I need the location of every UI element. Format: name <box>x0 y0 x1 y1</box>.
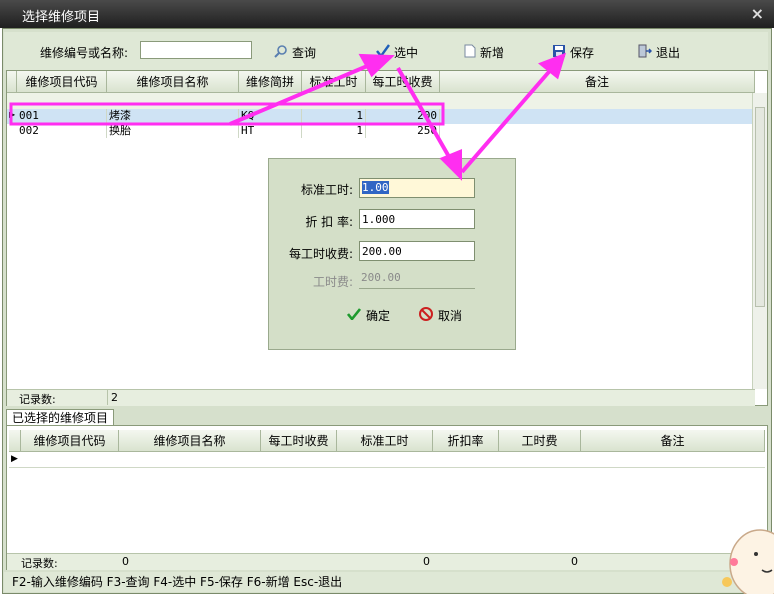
vertical-scrollbar[interactable] <box>752 93 767 389</box>
cancel-icon <box>419 307 433 324</box>
cell-fee[interactable]: 200 <box>366 109 440 123</box>
row-pointer-icon: ▶ <box>9 110 16 119</box>
col-header-discount[interactable]: 折扣率 <box>433 430 499 452</box>
fee-label: 每工时收费: <box>288 247 353 261</box>
title-bar: 选择维修项目 × <box>0 0 774 28</box>
col-header-remark[interactable]: 备注 <box>440 71 755 93</box>
labor-field: 200.00 <box>359 271 475 289</box>
row-indicator-header <box>7 71 17 93</box>
discount-label: 折 扣 率: <box>305 215 353 229</box>
selected-count-value: 0 <box>122 555 129 568</box>
row-indicator-header <box>9 430 21 452</box>
filter-row[interactable] <box>7 93 755 110</box>
std-hours-value: 1.00 <box>362 181 389 194</box>
exit-button[interactable]: 退出 <box>638 43 680 61</box>
search-icon <box>274 44 288 61</box>
selected-sum-labor: 0 <box>571 555 578 568</box>
selected-items-tab[interactable]: 已选择的维修项目 <box>6 409 115 426</box>
col-header-name[interactable]: 维修项目名称 <box>107 71 239 93</box>
scrollbar-thumb[interactable] <box>755 107 765 307</box>
table-row[interactable]: ▶ <box>9 453 765 468</box>
col-header-std-hours[interactable]: 标准工时 <box>302 71 366 93</box>
query-button[interactable]: 查询 <box>274 43 316 61</box>
search-label: 维修编号或名称: <box>40 46 129 60</box>
save-label: 保存 <box>570 45 595 60</box>
col-header-abbr[interactable]: 维修简拼 <box>239 71 302 93</box>
selected-sum-hours: 0 <box>423 555 430 568</box>
exit-door-icon <box>638 44 653 61</box>
window-title: 选择维修项目 <box>22 10 101 25</box>
std-hours-label: 标准工时: <box>300 183 353 197</box>
toolbar: 维修编号或名称: 查询 选中 新增 保存 退出 <box>4 32 768 70</box>
checkmark-icon <box>376 43 390 61</box>
floppy-disk-icon <box>552 44 566 61</box>
selected-count-label: 记录数: <box>21 557 58 570</box>
fee-field[interactable] <box>359 241 475 261</box>
selected-items-grid: 维修项目代码 维修项目名称 每工时收费 标准工时 折扣率 工时费 备注 ▶ 记录… <box>6 425 768 570</box>
table-row[interactable]: ▶ 001 烤漆 KQ 1 200 <box>7 109 755 124</box>
table-row[interactable]: 002 换胎 HT 1 250 <box>7 124 755 139</box>
col-header-code[interactable]: 维修项目代码 <box>21 430 119 452</box>
col-header-labor[interactable]: 工时费 <box>499 430 581 452</box>
cell-name[interactable]: 烤漆 <box>107 109 239 123</box>
ok-label: 确定 <box>366 309 391 323</box>
new-document-icon <box>464 44 476 61</box>
row-pointer-icon: ▶ <box>11 454 18 464</box>
save-button[interactable]: 保存 <box>552 43 594 61</box>
mascot-icon <box>722 529 774 594</box>
exit-label: 退出 <box>656 45 681 60</box>
cancel-label: 取消 <box>438 309 463 323</box>
cell-abbr[interactable]: KQ <box>239 109 302 123</box>
cell-remark[interactable] <box>440 124 755 138</box>
cancel-button[interactable]: 取消 <box>419 307 462 324</box>
cell-std-hours[interactable]: 1 <box>302 124 366 138</box>
cell-code[interactable]: 001 <box>17 109 107 123</box>
col-header-code[interactable]: 维修项目代码 <box>17 71 107 93</box>
search-input[interactable] <box>140 41 252 59</box>
labor-label: 工时费: <box>312 275 353 289</box>
col-header-name[interactable]: 维修项目名称 <box>119 430 261 452</box>
grid-footer: 记录数: 2 <box>7 389 755 406</box>
query-label: 查询 <box>292 45 317 60</box>
col-header-remark[interactable]: 备注 <box>581 430 765 452</box>
cell-std-hours[interactable]: 1 <box>302 109 366 123</box>
hours-dialog: 标准工时: 1.00 折 扣 率: 每工时收费: 工时费: 200.00 确定 … <box>268 158 516 350</box>
std-hours-field[interactable]: 1.00 <box>359 178 475 198</box>
cell-code[interactable]: 002 <box>17 124 107 138</box>
add-label: 新增 <box>480 45 505 60</box>
close-icon[interactable]: × <box>751 4 764 23</box>
add-button[interactable]: 新增 <box>464 43 504 61</box>
col-header-fee[interactable]: 每工时收费 <box>261 430 337 452</box>
select-label: 选中 <box>394 45 419 60</box>
col-header-fee[interactable]: 每工时收费 <box>366 71 440 93</box>
record-count-value: 2 <box>107 390 239 405</box>
selected-grid-footer: 记录数: 0 0 0 <box>7 553 767 570</box>
discount-field[interactable] <box>359 209 475 229</box>
select-button[interactable]: 选中 <box>376 43 418 61</box>
cell-name[interactable]: 换胎 <box>107 124 239 138</box>
checkmark-icon <box>346 308 362 323</box>
status-bar: F2-输入维修编码 F3-查询 F4-选中 F5-保存 F6-新增 Esc-退出 <box>4 572 770 592</box>
record-count-label: 记录数: <box>19 393 56 406</box>
cell-abbr[interactable]: HT <box>239 124 302 138</box>
ok-button[interactable]: 确定 <box>346 307 391 324</box>
col-header-std-hours[interactable]: 标准工时 <box>337 430 433 452</box>
cell-fee[interactable]: 250 <box>366 124 440 138</box>
cell-remark[interactable] <box>440 109 755 123</box>
